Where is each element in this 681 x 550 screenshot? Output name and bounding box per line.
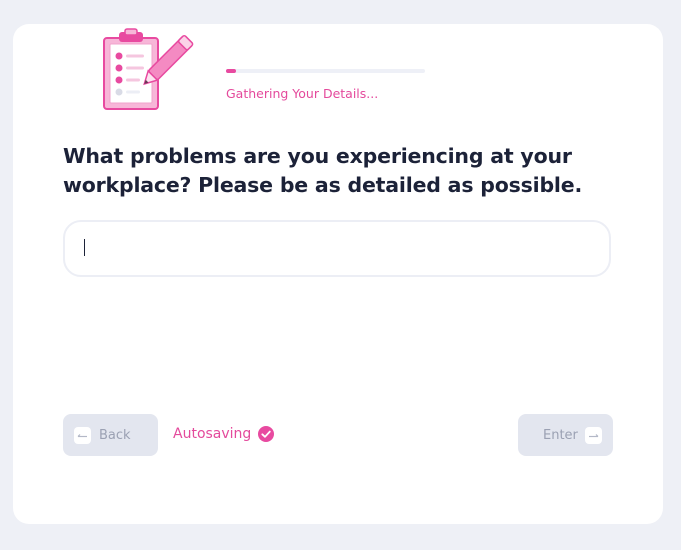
- arrow-left-icon: [74, 426, 91, 444]
- arrow-right-icon: [584, 426, 602, 444]
- progress-bar: [226, 69, 425, 73]
- back-button[interactable]: Back: [63, 414, 158, 456]
- form-card: Gathering Your Details... What problems …: [13, 24, 663, 524]
- autosave-label: Autosaving: [173, 426, 252, 442]
- question-heading: What problems are you experiencing at yo…: [63, 144, 583, 197]
- back-button-label: Back: [99, 427, 131, 443]
- enter-button-label: Enter: [543, 427, 578, 443]
- progress-bar-fill: [226, 69, 236, 73]
- check-circle-icon: [258, 426, 275, 442]
- text-caret: [84, 239, 85, 256]
- clipboard-checklist-pencil-icon: [103, 28, 194, 110]
- answer-field-wrapper: [63, 220, 611, 277]
- enter-button[interactable]: Enter: [518, 414, 613, 456]
- autosave-status: Autosaving: [173, 426, 275, 442]
- answer-input[interactable]: [63, 220, 611, 277]
- progress-label: Gathering Your Details...: [226, 86, 379, 101]
